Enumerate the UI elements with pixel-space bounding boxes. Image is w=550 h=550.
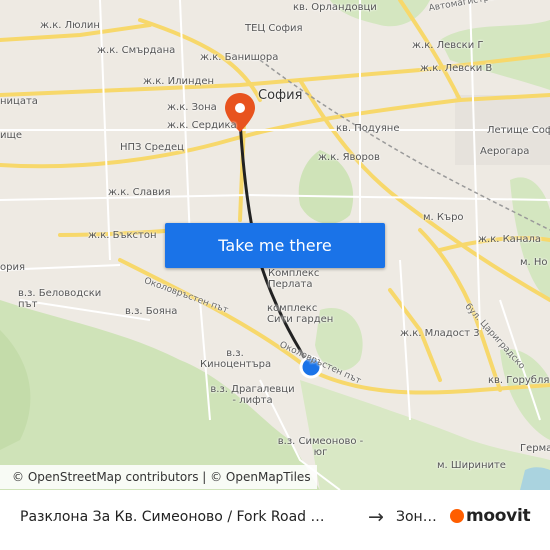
- label-levski-v: ж.к. Левски В: [420, 63, 493, 74]
- label-orlandovtsi: кв. Орландовци: [293, 2, 377, 13]
- map-attribution[interactable]: © OpenStreetMap contributors | © OpenMap…: [0, 465, 317, 489]
- label-boyana: в.з. Бояна: [125, 306, 178, 317]
- take-me-there-button[interactable]: Take me there: [165, 223, 385, 268]
- label-bakston: ж.к. Бъкстон: [88, 230, 157, 241]
- label-nps: НПЗ Средец: [120, 142, 184, 153]
- label-mladost3: ж.к. Младост 3: [400, 328, 480, 339]
- label-smardana: ж.к. Смърдана: [97, 45, 176, 56]
- moovit-logo-icon: [450, 509, 464, 523]
- label-ilinden: ж.к. Илинден: [143, 76, 215, 87]
- label-banishora: ж.к. Банишора: [200, 52, 279, 63]
- map-view[interactable]: ж.к. Люлин кв. Орландовци Автомагистрала…: [0, 0, 550, 490]
- label-perlata: Комплекс Перлата: [268, 268, 320, 290]
- label-zona: ж.к. Зона: [167, 102, 217, 113]
- label-lyulin: ж.к. Люлин: [40, 20, 100, 31]
- route-destination: Зон…: [396, 509, 437, 525]
- label-oria: ория: [0, 262, 25, 273]
- arrow-right-icon: →: [368, 506, 384, 528]
- label-aerogara: Аерогара: [480, 146, 530, 157]
- label-citygarden: комплекс Сити гарден: [267, 303, 334, 325]
- label-germa: Герма: [520, 443, 550, 454]
- moovit-logo[interactable]: moovit: [450, 505, 531, 527]
- footer-bar: Разклона За Кв. Симеоново / Fork Road … …: [0, 490, 550, 550]
- label-dragalevtsi: в.з. Драгалевци - лифта: [210, 384, 295, 406]
- label-airport: Летище Софи: [487, 125, 550, 136]
- label-kuro: м. Къро: [423, 212, 464, 223]
- label-gorublyane: кв. Горубля: [488, 375, 550, 386]
- label-podujane: кв. Подуяне: [336, 123, 400, 134]
- label-belovodski: в.з. Беловодски път: [18, 288, 102, 310]
- label-simeonovo: в.з. Симеоново - юг: [277, 436, 364, 458]
- label-shirinite: м. Ширините: [437, 460, 506, 471]
- label-ishte: ище: [0, 130, 23, 141]
- brand-name: moovit: [466, 506, 531, 526]
- label-yavorov: ж.к. Яворов: [318, 152, 380, 163]
- label-kinocentrala: в.з. Киноцентъра: [200, 348, 272, 370]
- label-tec: ТЕЦ София: [245, 23, 303, 34]
- label-sofia: София: [258, 88, 303, 103]
- label-kanala: ж.к. Канала: [478, 234, 541, 245]
- label-levski-g: ж.к. Левски Г: [412, 40, 484, 51]
- route-origin-title: Разклона За Кв. Симеоново / Fork Road …: [20, 509, 325, 525]
- label-nitsata: ницата: [0, 96, 38, 107]
- label-slavia: ж.к. Славия: [108, 187, 171, 198]
- label-m-no: м. Но: [520, 257, 548, 268]
- label-serdika: ж.к. Сердика: [167, 120, 237, 131]
